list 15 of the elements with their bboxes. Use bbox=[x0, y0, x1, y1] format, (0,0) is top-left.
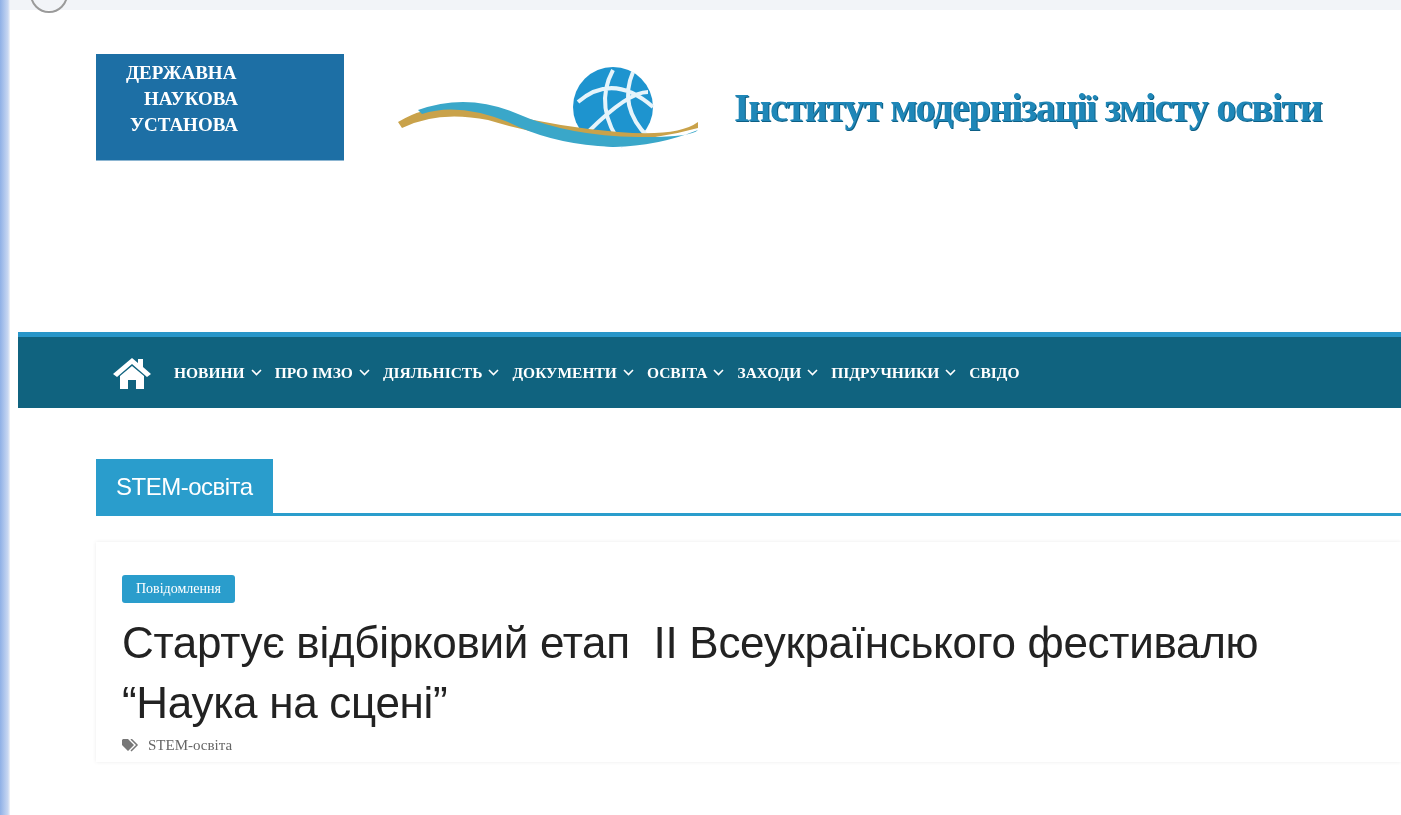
home-icon[interactable] bbox=[112, 355, 152, 390]
tags-icon bbox=[122, 739, 140, 752]
tag-link[interactable]: STEM-освіта bbox=[148, 737, 233, 754]
nav-item[interactable]: ПІДРУЧНИКИ bbox=[831, 363, 957, 382]
nav-item[interactable]: ОСВІТА bbox=[646, 363, 725, 382]
site-title[interactable]: Інститут модернізації змісту освіти bbox=[734, 83, 1322, 131]
post-title[interactable]: Стартує відбірковий етап II Всеукраїнського фестивалю “Наука на сцені” bbox=[122, 613, 1302, 733]
nav-item[interactable]: ПРО ІМЗО bbox=[274, 363, 370, 382]
nav-item[interactable]: НОВИНИ bbox=[174, 363, 262, 382]
nav-item[interactable]: ДІЯЛЬНІСТЬ bbox=[382, 363, 500, 382]
nav-item[interactable]: ДОКУМЕНТИ bbox=[512, 363, 634, 382]
nav-item[interactable]: ЗАХОДИ bbox=[737, 363, 819, 382]
institution-badge: ДЕРЖАВНА НАУКОВА УСТАНОВА bbox=[96, 53, 344, 161]
nav-item[interactable]: СВІДО bbox=[969, 363, 1020, 382]
section-title: STEM-освіта bbox=[96, 459, 273, 513]
